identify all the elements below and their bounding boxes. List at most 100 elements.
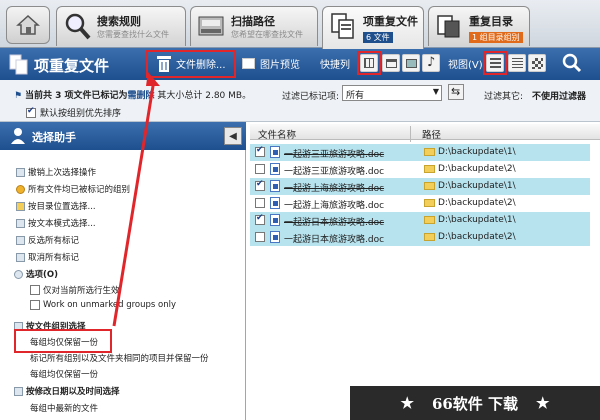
- keep-one-per-group-item-2[interactable]: 每组均仅保留一份: [30, 368, 98, 380]
- picture-icon: [406, 59, 417, 68]
- file-path: D:\backupdate\2\: [438, 198, 516, 208]
- image-preview-button[interactable]: 图片预览: [240, 52, 304, 76]
- refresh-icon: ⇆: [451, 85, 461, 98]
- row-checkbox[interactable]: [255, 213, 265, 225]
- duplicate-file-list: 文件名称 路径 一起游三亚旅游攻略.doc D:\backupdate\1\ 一…: [250, 122, 600, 420]
- home-icon: [16, 14, 40, 35]
- selection-assistant-title: 选择助手: [32, 131, 76, 144]
- table-row[interactable]: 一起游三亚旅游攻略.doc D:\backupdate\1\: [250, 144, 590, 161]
- folder-icon: [424, 216, 435, 224]
- filter-marked-value: 所有: [346, 91, 365, 101]
- clear-marks-item[interactable]: 取消所有标记: [16, 251, 79, 263]
- invert-icon: [16, 235, 25, 245]
- folder-icon: [424, 182, 435, 190]
- mark-same-folder-item[interactable]: 标记所有组别以及文件夹相同的项目并保留一份: [30, 352, 209, 364]
- clear-icon: [16, 252, 25, 262]
- folder-icon: [424, 199, 435, 207]
- filter-marked-select[interactable]: 所有 ▼: [342, 85, 442, 101]
- selection-assistant-header: 选择助手 ◀: [0, 122, 246, 150]
- unmarked-groups-checkbox[interactable]: [30, 300, 40, 310]
- select-by-folder-label: 按目录位置选择...: [28, 202, 96, 212]
- music-view-button[interactable]: ♪: [422, 54, 440, 72]
- home-tab[interactable]: [6, 6, 50, 44]
- select-by-text-item[interactable]: 按文本模式选择...: [16, 217, 96, 229]
- file-name: 一起游三亚旅游攻略.doc: [284, 167, 385, 177]
- text-a-icon: [16, 218, 25, 228]
- main-toolbar: 项重复文件 文件删除... 图片预览 快捷列 ♪ 视图(V): [0, 48, 600, 80]
- marked-summary-suffix: 其大小总计 2.80 MB。: [157, 91, 252, 101]
- column-header-name[interactable]: 文件名称: [258, 127, 296, 141]
- warning-icon: [16, 184, 25, 194]
- table-row[interactable]: 一起游上海旅游攻略.doc D:\backupdate\2\: [250, 195, 590, 212]
- picture-view-button[interactable]: [402, 54, 420, 72]
- folder-icon: [424, 148, 435, 156]
- tab-search-rules-title: 搜索规则: [97, 15, 141, 28]
- file-name: 一起游三亚旅游攻略.doc: [284, 150, 385, 160]
- tab-duplicate-files-title: 项重复文件: [363, 15, 418, 28]
- doc-icon: [270, 231, 280, 243]
- current-selection-option[interactable]: 仅对当前所选行生效: [30, 284, 120, 296]
- table-row[interactable]: 一起游日本旅游攻略.doc D:\backupdate\2\: [250, 229, 590, 246]
- highlight-details: [483, 51, 507, 75]
- options-header: 选项(O): [14, 268, 58, 280]
- folder-icon: [16, 201, 25, 211]
- list-view-button[interactable]: [508, 54, 526, 72]
- tab-search-rules[interactable]: 搜索规则 您需要查找什么文件: [56, 6, 186, 46]
- priority-sort-checkbox[interactable]: [26, 106, 36, 118]
- table-row[interactable]: 一起游三亚旅游攻略.doc D:\backupdate\2\: [250, 161, 590, 178]
- invert-marks-item[interactable]: 反选所有标记: [16, 234, 79, 246]
- folder-icon: [424, 165, 435, 173]
- quick-columns-label[interactable]: 快捷列: [320, 56, 350, 71]
- filter-other-value[interactable]: 不使用过滤器: [532, 89, 586, 102]
- select-by-text-label: 按文本模式选择...: [28, 219, 96, 229]
- file-name: 一起游日本旅游攻略.doc: [284, 235, 385, 245]
- tab-scan-paths[interactable]: 扫描路径 您希望在哪查找文件: [190, 6, 318, 46]
- row-checkbox[interactable]: [255, 145, 265, 157]
- priority-sort-option[interactable]: 默认按组别优先排序: [26, 106, 121, 119]
- refresh-button[interactable]: ⇆: [448, 84, 464, 100]
- row-checkbox[interactable]: [255, 179, 265, 191]
- newest-file-item[interactable]: 每组中最新的文件: [30, 402, 98, 414]
- row-checkbox[interactable]: [255, 198, 265, 208]
- highlight-keep-one: [14, 329, 112, 353]
- file-path: D:\backupdate\1\: [438, 147, 516, 157]
- folder-duplicate-icon: [437, 15, 460, 38]
- all-marked-groups-item[interactable]: 所有文件均已被标记的组别: [16, 183, 130, 195]
- undo-selection-item[interactable]: 撤销上次选择操作: [16, 166, 96, 178]
- highlight-delete: [146, 50, 236, 78]
- date-select-header: 按修改日期以及时间选择: [14, 385, 120, 397]
- duplicate-dirs-badge: 1 组目录组别: [469, 32, 523, 43]
- select-by-folder-item[interactable]: 按目录位置选择...: [16, 200, 96, 212]
- filter-other-label: 过滤其它:: [484, 92, 524, 102]
- search-icon[interactable]: [562, 53, 582, 73]
- clear-marks-label: 取消所有标记: [28, 253, 80, 263]
- folder-icon: [424, 233, 435, 241]
- page-title: 项重复文件: [34, 57, 110, 75]
- view-menu[interactable]: 视图(V): [448, 56, 483, 71]
- current-selection-checkbox[interactable]: [30, 285, 40, 295]
- unmarked-groups-label: Work on unmarked groups only: [43, 300, 177, 310]
- window-view-button[interactable]: [382, 54, 400, 72]
- scanner-icon: [198, 16, 224, 36]
- column-header-path[interactable]: 路径: [422, 127, 441, 141]
- duplicate-files-icon: [331, 13, 354, 39]
- file-path: D:\backupdate\2\: [438, 164, 516, 174]
- collapse-panel-button[interactable]: ◀: [224, 127, 242, 145]
- unmarked-groups-option[interactable]: Work on unmarked groups only: [30, 300, 176, 310]
- tab-duplicate-files[interactable]: 项重复文件 6 文件: [322, 6, 424, 49]
- table-row[interactable]: 一起游日本旅游攻略.doc D:\backupdate\1\: [250, 212, 590, 229]
- watermark-text: 66软件 下载: [431, 394, 519, 413]
- status-bar: ⚑ 当前共 3 项文件已标记为需删除 其大小总计 2.80 MB。 过滤已标记项…: [0, 80, 600, 122]
- marked-summary: ⚑ 当前共 3 项文件已标记为需删除 其大小总计 2.80 MB。: [14, 88, 251, 101]
- tab-duplicate-dirs[interactable]: 重复目录 1 组目录组别: [428, 6, 530, 46]
- row-checkbox[interactable]: [255, 232, 265, 242]
- table-header: 文件名称 路径: [250, 124, 600, 142]
- thumbnail-view-button[interactable]: [528, 54, 546, 72]
- chevron-down-icon: ▼: [432, 87, 439, 96]
- keep-one-per-group-label-2: 每组均仅保留一份: [30, 370, 99, 380]
- file-name: 一起游日本旅游攻略.doc: [284, 218, 385, 228]
- calendar-icon: [14, 386, 23, 396]
- file-name: 一起游上海旅游攻略.doc: [284, 201, 385, 211]
- row-checkbox[interactable]: [255, 164, 265, 174]
- table-row[interactable]: 一起游上海旅游攻略.doc D:\backupdate\1\: [250, 178, 590, 195]
